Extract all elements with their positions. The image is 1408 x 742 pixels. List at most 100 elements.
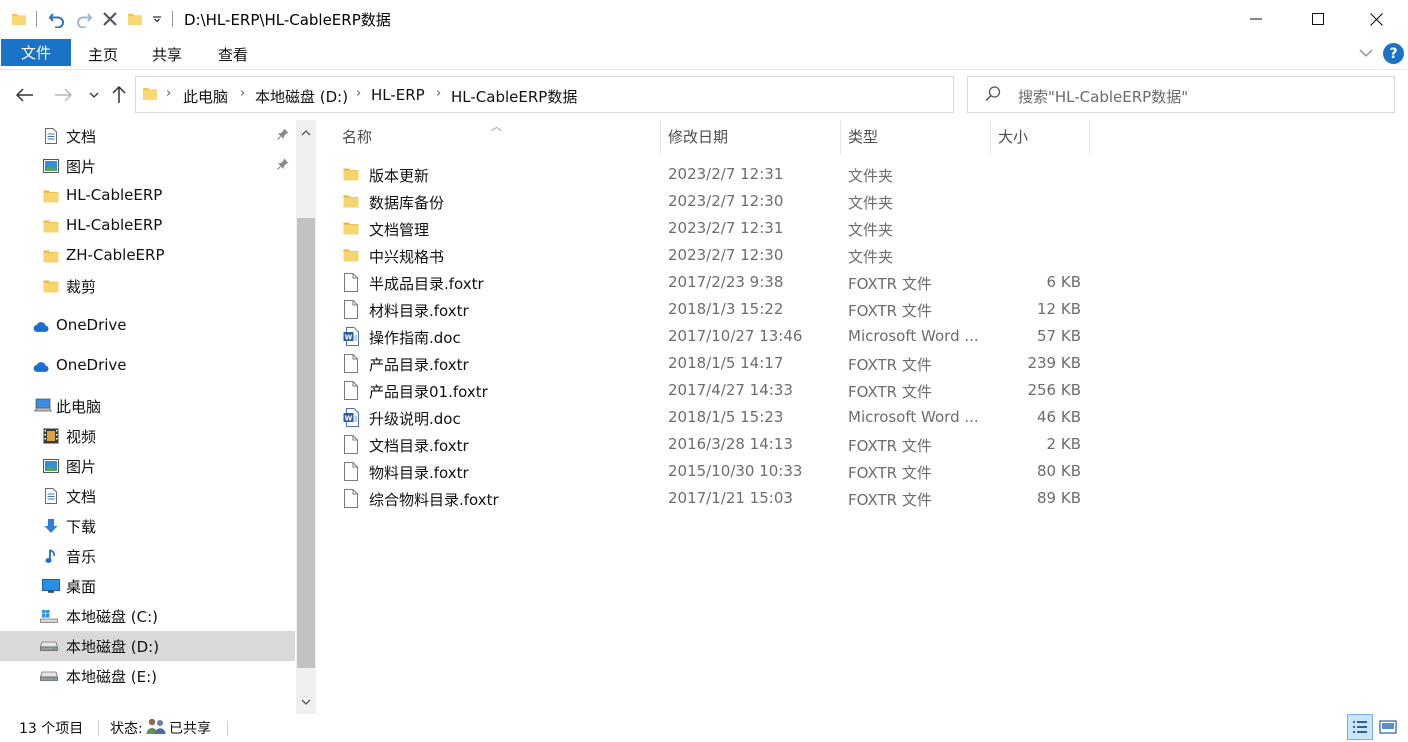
delete-icon[interactable] <box>100 9 120 29</box>
redo-icon[interactable] <box>73 9 95 29</box>
breadcrumb-hl-erp[interactable]: HL-ERP <box>371 86 425 104</box>
nav-item[interactable]: OneDrive <box>0 351 295 381</box>
nav-item-label: 文档 <box>66 128 97 146</box>
nav-scrollbar[interactable] <box>296 120 316 714</box>
tab-view[interactable]: 查看 <box>218 44 248 65</box>
scroll-thumb[interactable] <box>297 218 315 668</box>
nav-item-label: 视频 <box>66 428 97 446</box>
file-row[interactable]: W 操作指南.doc 2017/10/27 13:46 Microsoft Word … <box>330 323 1081 350</box>
up-icon[interactable] <box>108 83 130 107</box>
column-header-name[interactable]: 名称 <box>342 118 372 154</box>
new-folder-icon[interactable] <box>126 9 144 29</box>
file-row[interactable]: 文档管理 2023/2/7 12:31 文件夹 <box>330 215 1080 242</box>
column-header-date[interactable]: 修改日期 <box>668 118 728 154</box>
file-icon <box>343 300 359 319</box>
nav-item-label: 图片 <box>66 158 97 176</box>
address-bar[interactable]: › 此电脑 › 本地磁盘 (D:) › HL-ERP › HL-CableERP… <box>135 76 1077 113</box>
chevron-right-icon[interactable]: › <box>436 86 441 101</box>
file-row[interactable]: 产品目录01.foxtr 2017/4/27 14:33 FOXTR 文件 256 K… <box>330 377 1081 404</box>
file-name: 文档管理 <box>369 221 430 239</box>
file-row[interactable]: 版本更新 2023/2/7 12:31 文件夹 <box>330 161 1080 188</box>
nav-item[interactable]: ZH-CableERP <box>0 241 295 271</box>
file-row[interactable]: 文档目录.foxtr 2016/3/28 14:13 FOXTR 文件 2 KB <box>330 431 1081 458</box>
onedrive-icon <box>32 358 50 374</box>
file-row[interactable]: 数据库备份 2023/2/7 12:30 文件夹 <box>330 188 1080 215</box>
column-header-type[interactable]: 类型 <box>848 118 878 154</box>
onedrive-icon <box>32 318 50 334</box>
qat-dropdown-icon[interactable] <box>150 9 164 29</box>
nav-item[interactable]: 桌面 <box>0 571 295 601</box>
nav-item[interactable]: 图片 <box>0 451 295 481</box>
file-date: 2023/2/7 12:30 <box>668 246 784 264</box>
close-icon[interactable] <box>1353 0 1399 38</box>
file-icon <box>343 435 359 454</box>
file-row[interactable]: 半成品目录.foxtr 2017/2/23 9:38 FOXTR 文件 6 KB <box>330 269 1081 296</box>
file-date: 2018/1/3 15:22 <box>668 300 784 318</box>
pictures-icon <box>42 458 60 474</box>
nav-item[interactable]: 此电脑 <box>0 391 295 421</box>
nav-item[interactable]: 本地磁盘 (E:) <box>0 661 295 691</box>
file-date: 2017/1/21 15:03 <box>668 489 793 507</box>
help-icon[interactable]: ? <box>1383 43 1404 64</box>
breadcrumb-this-pc[interactable]: 此电脑 <box>183 86 228 107</box>
file-row[interactable]: 物料目录.foxtr 2015/10/30 10:33 FOXTR 文件 80 KB <box>330 458 1081 485</box>
file-name: 物料目录.foxtr <box>369 464 469 482</box>
breadcrumb-current-folder[interactable]: HL-CableERP数据 <box>451 86 577 107</box>
tab-file[interactable]: 文件 <box>1 39 71 66</box>
folder-icon <box>142 86 158 106</box>
nav-item[interactable]: 文档 <box>0 121 295 151</box>
minimize-icon[interactable] <box>1233 0 1279 38</box>
nav-item[interactable]: OneDrive <box>0 311 295 341</box>
folder-icon <box>343 194 359 213</box>
chevron-right-icon[interactable]: › <box>356 86 361 101</box>
search-box[interactable]: 搜索"HL-CableERP数据" <box>967 76 1395 113</box>
breadcrumb-drive-d[interactable]: 本地磁盘 (D:) <box>255 86 348 107</box>
status-value: 已共享 <box>169 721 211 737</box>
nav-item-label: 音乐 <box>66 548 97 566</box>
window-title: D:\HL-ERP\HL-CableERP数据 <box>184 11 391 29</box>
file-row[interactable]: 材料目录.foxtr 2018/1/3 15:22 FOXTR 文件 12 KB <box>330 296 1081 323</box>
file-size: 6 KB <box>1046 273 1081 291</box>
details-view-icon[interactable] <box>1347 714 1373 740</box>
file-row[interactable]: 中兴规格书 2023/2/7 12:30 文件夹 <box>330 242 1080 269</box>
nav-item[interactable]: 裁剪 <box>0 271 295 301</box>
chevron-right-icon[interactable]: › <box>166 86 171 101</box>
tab-home[interactable]: 主页 <box>88 44 118 65</box>
nav-item-label: ZH-CableERP <box>66 246 165 264</box>
scroll-down-icon[interactable] <box>296 692 316 712</box>
file-name: 升级说明.doc <box>369 410 461 428</box>
tab-share[interactable]: 共享 <box>152 44 182 65</box>
scroll-up-icon[interactable] <box>296 122 316 142</box>
recent-locations-icon[interactable] <box>86 83 102 107</box>
file-row[interactable]: 综合物料目录.foxtr 2017/1/21 15:03 FOXTR 文件 89 KB <box>330 485 1081 512</box>
large-icons-view-icon[interactable] <box>1375 714 1401 740</box>
nav-item[interactable]: 音乐 <box>0 541 295 571</box>
file-row[interactable]: 产品目录.foxtr 2018/1/5 14:17 FOXTR 文件 239 KB <box>330 350 1081 377</box>
forward-icon[interactable] <box>50 83 76 107</box>
file-type: Microsoft Word ... <box>848 408 979 426</box>
search-input[interactable]: 搜索"HL-CableERP数据" <box>1018 86 1188 107</box>
title-bar: D:\HL-ERP\HL-CableERP数据 <box>0 0 1408 38</box>
column-header-size[interactable]: 大小 <box>998 118 1028 154</box>
file-type: FOXTR 文件 <box>848 302 932 320</box>
chevron-down-icon[interactable] <box>1359 46 1373 62</box>
file-date: 2017/2/23 9:38 <box>668 273 784 291</box>
nav-item[interactable]: 文档 <box>0 481 295 511</box>
nav-item[interactable]: 图片 <box>0 151 295 181</box>
nav-item[interactable]: HL-CableERP <box>0 211 295 241</box>
folder-icon <box>10 9 28 29</box>
nav-item[interactable]: 本地磁盘 (C:) <box>0 601 295 631</box>
nav-item[interactable]: 下载 <box>0 511 295 541</box>
nav-item[interactable]: HL-CableERP <box>0 181 295 211</box>
back-icon[interactable] <box>12 83 38 107</box>
nav-item[interactable]: 视频 <box>0 421 295 451</box>
file-name: 产品目录01.foxtr <box>369 383 488 401</box>
undo-icon[interactable] <box>46 9 68 29</box>
file-row[interactable]: W 升级说明.doc 2018/1/5 15:23 Microsoft Word ..… <box>330 404 1081 431</box>
nav-item[interactable]: 本地磁盘 (D:) <box>0 631 295 661</box>
maximize-icon[interactable] <box>1295 0 1341 38</box>
pin-icon <box>277 128 289 144</box>
word-doc-icon: W <box>343 327 359 346</box>
chevron-right-icon[interactable]: › <box>240 86 245 101</box>
file-name: 产品目录.foxtr <box>369 356 469 374</box>
